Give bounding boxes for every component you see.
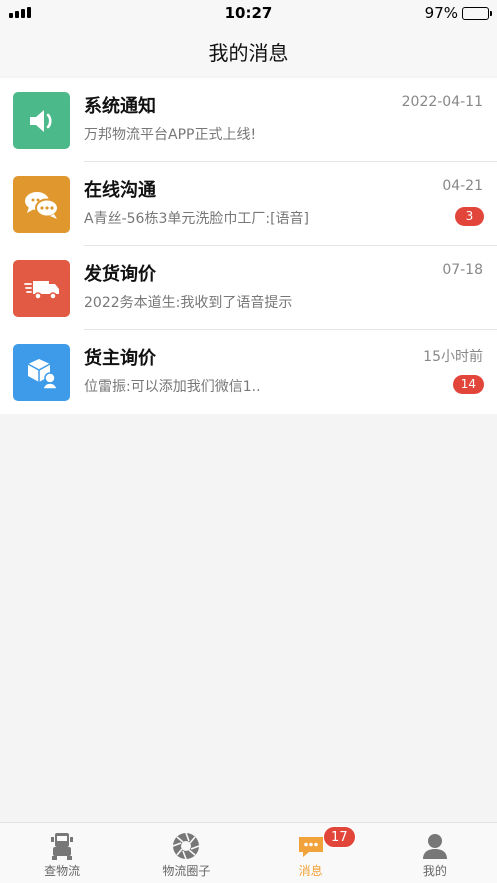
message-list: 系统通知 2022-04-11 万邦物流平台APP正式上线! 在线沟通 04-2… [0, 78, 497, 414]
unread-badge: 3 [455, 207, 484, 226]
message-title: 系统通知 [84, 96, 156, 117]
tab-mine[interactable]: 我的 [373, 823, 497, 883]
battery-icon [462, 6, 492, 20]
delivery-truck-icon [13, 260, 70, 317]
message-preview: 2022务本道生:我收到了语音提示 [84, 295, 293, 311]
nav-bar: 我的消息 [0, 26, 497, 76]
tab-label: 我的 [422, 864, 447, 878]
message-item-shipper-inquiry[interactable]: 货主询价 15小时前 位雷振:可以添加我们微信1.. 14 [0, 330, 497, 414]
tab-messages[interactable]: 消息 17 [249, 823, 373, 883]
user-icon [422, 834, 447, 859]
message-time: 07-18 [442, 262, 483, 278]
tab-label: 查物流 [44, 864, 81, 878]
message-item-online-chat[interactable]: 在线沟通 04-21 A青丝-56栋3单元洗脸巾工厂:[语音] 3 [0, 162, 497, 246]
unread-badge: 14 [452, 375, 484, 394]
battery-indicator: 97% [424, 4, 492, 22]
package-user-icon [13, 344, 70, 401]
speaker-icon [13, 92, 70, 149]
battery-percent: 97% [424, 4, 458, 22]
tab-label: 物流圈子 [162, 864, 211, 878]
aperture-icon [173, 832, 200, 860]
message-preview: 万邦物流平台APP正式上线! [84, 127, 257, 143]
chat-bubbles-icon [13, 176, 70, 233]
message-title: 在线沟通 [84, 180, 156, 201]
tab-label: 消息 [298, 864, 323, 878]
message-item-shipping-inquiry[interactable]: 发货询价 07-18 2022务本道生:我收到了语音提示 [0, 246, 497, 330]
message-preview: 位雷振:可以添加我们微信1.. [84, 379, 261, 395]
truck-icon [51, 833, 74, 860]
tab-logistics-circle[interactable]: 物流圈子 [124, 823, 248, 883]
message-time: 15小时前 [423, 349, 483, 365]
message-time: 2022-04-11 [401, 94, 483, 110]
status-bar: 10:27 97% [0, 0, 497, 26]
page-title: 我的消息 [208, 40, 289, 65]
message-preview: A青丝-56栋3单元洗脸巾工厂:[语音] [84, 211, 309, 227]
message-item-system[interactable]: 系统通知 2022-04-11 万邦物流平台APP正式上线! [0, 78, 497, 162]
tab-track-logistics[interactable]: 查物流 [0, 823, 124, 883]
tab-bar: 查物流 物流圈子 消息 17 我的 [0, 822, 497, 883]
message-icon [298, 837, 323, 857]
status-time: 10:27 [224, 4, 273, 22]
message-time: 04-21 [442, 178, 483, 194]
tab-unread-badge: 17 [323, 826, 356, 848]
message-title: 货主询价 [84, 348, 156, 369]
message-title: 发货询价 [84, 264, 156, 285]
